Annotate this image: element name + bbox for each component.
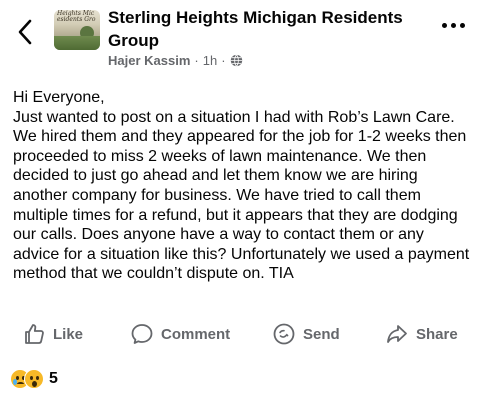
messenger-icon [273,323,295,345]
post-header: Heights Mic esidents Gro Sterling Height… [0,0,478,80]
reaction-count: 5 [49,370,58,387]
back-button[interactable] [14,18,38,46]
group-name[interactable]: Sterling Heights Michigan Residents Grou… [108,6,428,52]
comment-icon [131,324,153,344]
meta-separator: · [221,53,226,68]
meta-separator: · [194,53,199,68]
thumbnail-text: esidents Gro [57,16,96,23]
post-time[interactable]: 1h [203,53,217,68]
post-body: Hi Everyone, Just wanted to post on a si… [13,89,470,283]
comment-label: Comment [161,325,231,343]
share-button[interactable]: Share [385,318,458,350]
send-button[interactable]: Send [272,318,340,350]
more-horizontal-icon [441,22,447,28]
thumbs-up-icon [25,324,44,344]
globe-icon [230,54,242,67]
post-meta: Hajer Kassim · 1h · [108,53,243,68]
send-label: Send [303,325,340,343]
share-label: Share [416,325,458,343]
thumbnail-grass [54,36,100,50]
post-actions: Like Comment Send Share [0,318,478,350]
reactions-summary[interactable]: 5 [10,368,58,390]
author-name[interactable]: Hajer Kassim [108,53,190,68]
like-label: Like [53,325,84,343]
like-button[interactable]: Like [22,318,83,350]
more-options-button[interactable] [440,18,466,32]
share-arrow-icon [387,325,407,343]
comment-button[interactable]: Comment [130,318,230,350]
wow-reaction-icon [24,369,44,389]
chevron-left-icon [18,19,32,45]
group-thumbnail[interactable]: Heights Mic esidents Gro [54,10,100,50]
